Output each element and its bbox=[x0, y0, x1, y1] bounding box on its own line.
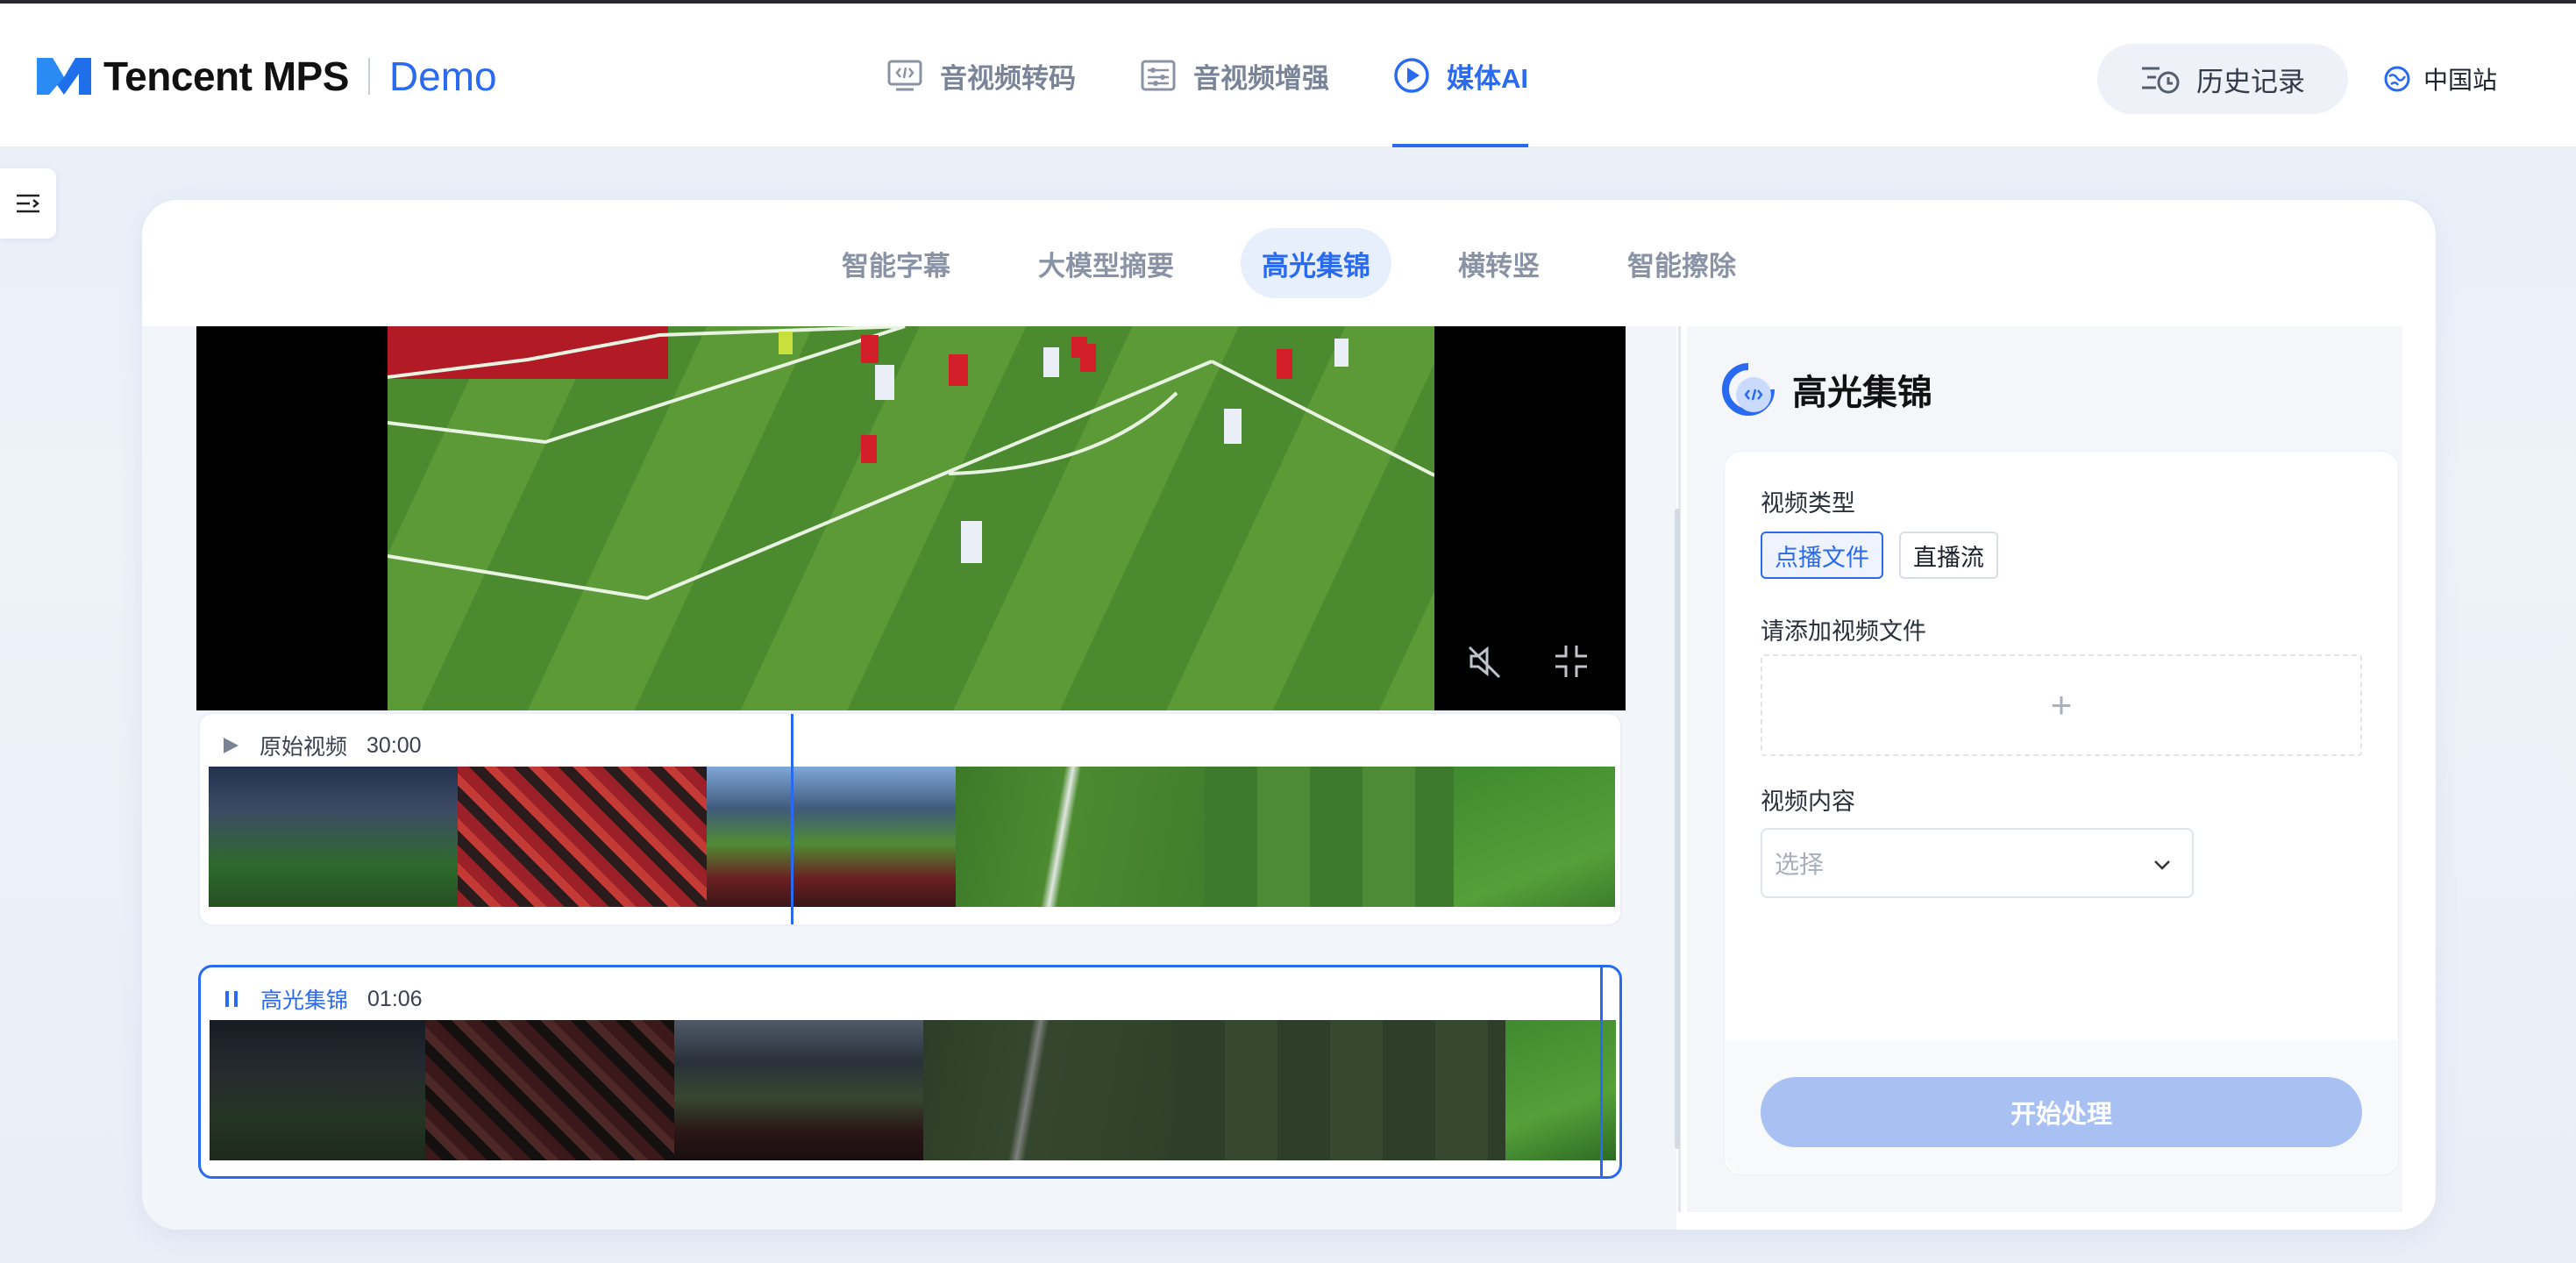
upload-dropzone[interactable]: + bbox=[1761, 654, 2362, 756]
football-pitch-image bbox=[388, 326, 1434, 601]
track-duration: 30:00 bbox=[366, 732, 422, 758]
tab-highlights[interactable]: 高光集锦 bbox=[1241, 228, 1391, 298]
logo[interactable]: Tencent MPS Demo bbox=[37, 53, 497, 100]
start-processing-button[interactable]: 开始处理 bbox=[1761, 1077, 2362, 1147]
video-type-live-option[interactable]: 直播流 bbox=[1899, 532, 1998, 579]
tab-llm-summary[interactable]: 大模型摘要 bbox=[1017, 228, 1195, 298]
nav-item-transcode[interactable]: 音视频转码 bbox=[886, 4, 1076, 147]
play-icon[interactable] bbox=[221, 736, 240, 755]
globe-icon bbox=[2384, 66, 2410, 92]
nav-label: 媒体AI bbox=[1447, 62, 1528, 94]
pause-icon[interactable] bbox=[222, 989, 241, 1009]
video-thumbnail bbox=[210, 1020, 425, 1160]
track-duration: 01:06 bbox=[367, 986, 423, 1011]
logo-separator bbox=[367, 58, 370, 95]
nav-item-media-ai[interactable]: 媒体AI bbox=[1392, 4, 1528, 147]
thumbnail-strip[interactable] bbox=[209, 767, 1615, 907]
panel-title: 高光集锦 bbox=[1720, 361, 1932, 417]
preview-scrollbar[interactable] bbox=[1675, 509, 1680, 1149]
playhead[interactable] bbox=[1600, 967, 1603, 1176]
video-thumbnail bbox=[458, 767, 707, 907]
video-thumbnail bbox=[1454, 767, 1615, 907]
video-thumbnail bbox=[923, 1020, 1172, 1160]
region-label: 中国站 bbox=[2423, 67, 2498, 94]
highlight-video-track[interactable]: 高光集锦 01:06 bbox=[198, 965, 1622, 1179]
main-nav: 音视频转码 音视频增强 媒体AI bbox=[886, 4, 1591, 147]
track-label: 高光集锦 bbox=[260, 988, 349, 1013]
feature-tabs: 智能字幕 大模型摘要 高光集锦 横转竖 智能擦除 bbox=[142, 200, 2436, 326]
tab-landscape-to-portrait[interactable]: 横转竖 bbox=[1437, 228, 1561, 298]
video-type-label: 视频类型 bbox=[1761, 490, 1855, 517]
history-label: 历史记录 bbox=[2196, 66, 2305, 97]
region-switcher[interactable]: 中国站 bbox=[2383, 61, 2497, 96]
history-icon bbox=[2142, 67, 2180, 94]
original-video-track[interactable]: 原始视频 30:00 bbox=[198, 712, 1622, 926]
nav-item-enhance[interactable]: 音视频增强 bbox=[1139, 4, 1329, 147]
chevron-down-icon bbox=[2154, 860, 2170, 870]
track-header: 高光集锦 01:06 bbox=[222, 983, 423, 1015]
tab-smart-subtitle[interactable]: 智能字幕 bbox=[821, 228, 971, 298]
track-header: 原始视频 30:00 bbox=[221, 730, 422, 761]
thumbnail-strip[interactable] bbox=[210, 1020, 1616, 1160]
sidebar-toggle-button[interactable] bbox=[0, 168, 56, 239]
video-thumbnail bbox=[1172, 1020, 1505, 1160]
mute-icon[interactable] bbox=[1466, 642, 1505, 681]
content-select[interactable]: 选择 bbox=[1761, 828, 2194, 898]
demo-label: Demo bbox=[388, 54, 497, 99]
video-type-vod-option[interactable]: 点播文件 bbox=[1761, 532, 1883, 579]
history-button[interactable]: 历史记录 bbox=[2097, 44, 2348, 114]
tab-smart-erase[interactable]: 智能擦除 bbox=[1606, 228, 1757, 298]
video-thumbnail bbox=[209, 767, 458, 907]
nav-label: 音视频增强 bbox=[1193, 62, 1329, 94]
enhance-icon bbox=[1141, 60, 1176, 91]
playhead[interactable] bbox=[791, 714, 793, 924]
content-label: 视频内容 bbox=[1761, 788, 1855, 815]
video-thumbnail bbox=[1205, 767, 1454, 907]
track-label: 原始视频 bbox=[260, 735, 348, 760]
video-thumbnail bbox=[707, 767, 956, 907]
video-thumbnail bbox=[425, 1020, 674, 1160]
media-ai-icon bbox=[1394, 58, 1429, 93]
top-header: Tencent MPS Demo 音视频转码 音视频增强 媒体AI 历史记录 中… bbox=[0, 4, 2576, 147]
transcode-icon bbox=[887, 60, 922, 91]
brand-name: Tencent MPS bbox=[103, 54, 349, 99]
video-frame bbox=[388, 326, 1434, 710]
nav-label: 音视频转码 bbox=[940, 62, 1076, 94]
video-thumbnail bbox=[956, 767, 1205, 907]
panel-title-text: 高光集锦 bbox=[1792, 374, 1932, 412]
select-placeholder: 选择 bbox=[1775, 851, 1825, 878]
highlight-feature-icon bbox=[1722, 363, 1775, 416]
add-file-label: 请添加视频文件 bbox=[1761, 618, 1926, 645]
video-player[interactable] bbox=[196, 326, 1626, 710]
tencent-mps-logo-icon bbox=[37, 58, 91, 95]
fullscreen-exit-icon[interactable] bbox=[1552, 642, 1590, 681]
add-icon: + bbox=[2050, 684, 2073, 725]
menu-collapse-icon bbox=[17, 194, 40, 213]
video-thumbnail bbox=[674, 1020, 923, 1160]
